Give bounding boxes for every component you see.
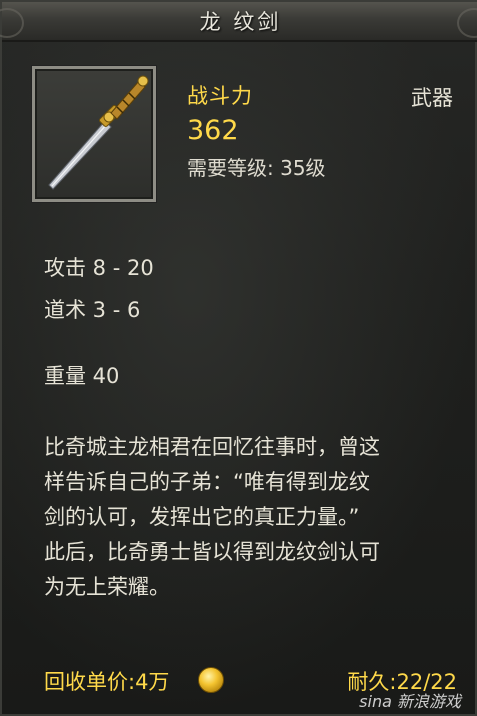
item-tooltip-panel: 龙 纹剑 战斗力 362 需要等级: 35级 武器 攻击 8 - 20 道术 3…: [0, 0, 477, 716]
watermark-logo: sina 新浪游戏: [359, 692, 461, 711]
stat-taoism: 道术 3 - 6: [44, 298, 141, 322]
description-line: 比奇城主龙相君在回忆往事时，曾这: [44, 435, 380, 459]
sell-price-text: 回收单价:4万: [44, 670, 170, 694]
item-name-title: 龙 纹剑: [199, 10, 282, 34]
description-line: 为无上荣耀。: [44, 575, 170, 599]
tooltip-title-bar: 龙 纹剑: [0, 2, 477, 42]
sword-icon: [48, 75, 149, 190]
description-line: 剑的认可，发挥出它的真正力量。”: [44, 505, 360, 529]
gold-coin-icon: [198, 667, 224, 693]
item-description: 比奇城主龙相君在回忆往事时，曾这 样告诉自己的子弟：“唯有得到龙纹 剑的认可，发…: [44, 430, 464, 605]
combat-power-label: 战斗力: [187, 84, 253, 108]
description-line: 样告诉自己的子弟：“唯有得到龙纹: [44, 470, 370, 494]
item-type-label: 武器: [411, 86, 453, 110]
combat-power-value: 362: [187, 115, 239, 146]
description-line: 此后，比奇勇士皆以得到龙纹剑认可: [44, 540, 380, 564]
stat-weight: 重量 40: [44, 364, 120, 388]
required-level-text: 需要等级: 35级: [187, 156, 326, 180]
item-icon-frame: [32, 66, 156, 202]
stat-attack: 攻击 8 - 20: [44, 256, 154, 280]
